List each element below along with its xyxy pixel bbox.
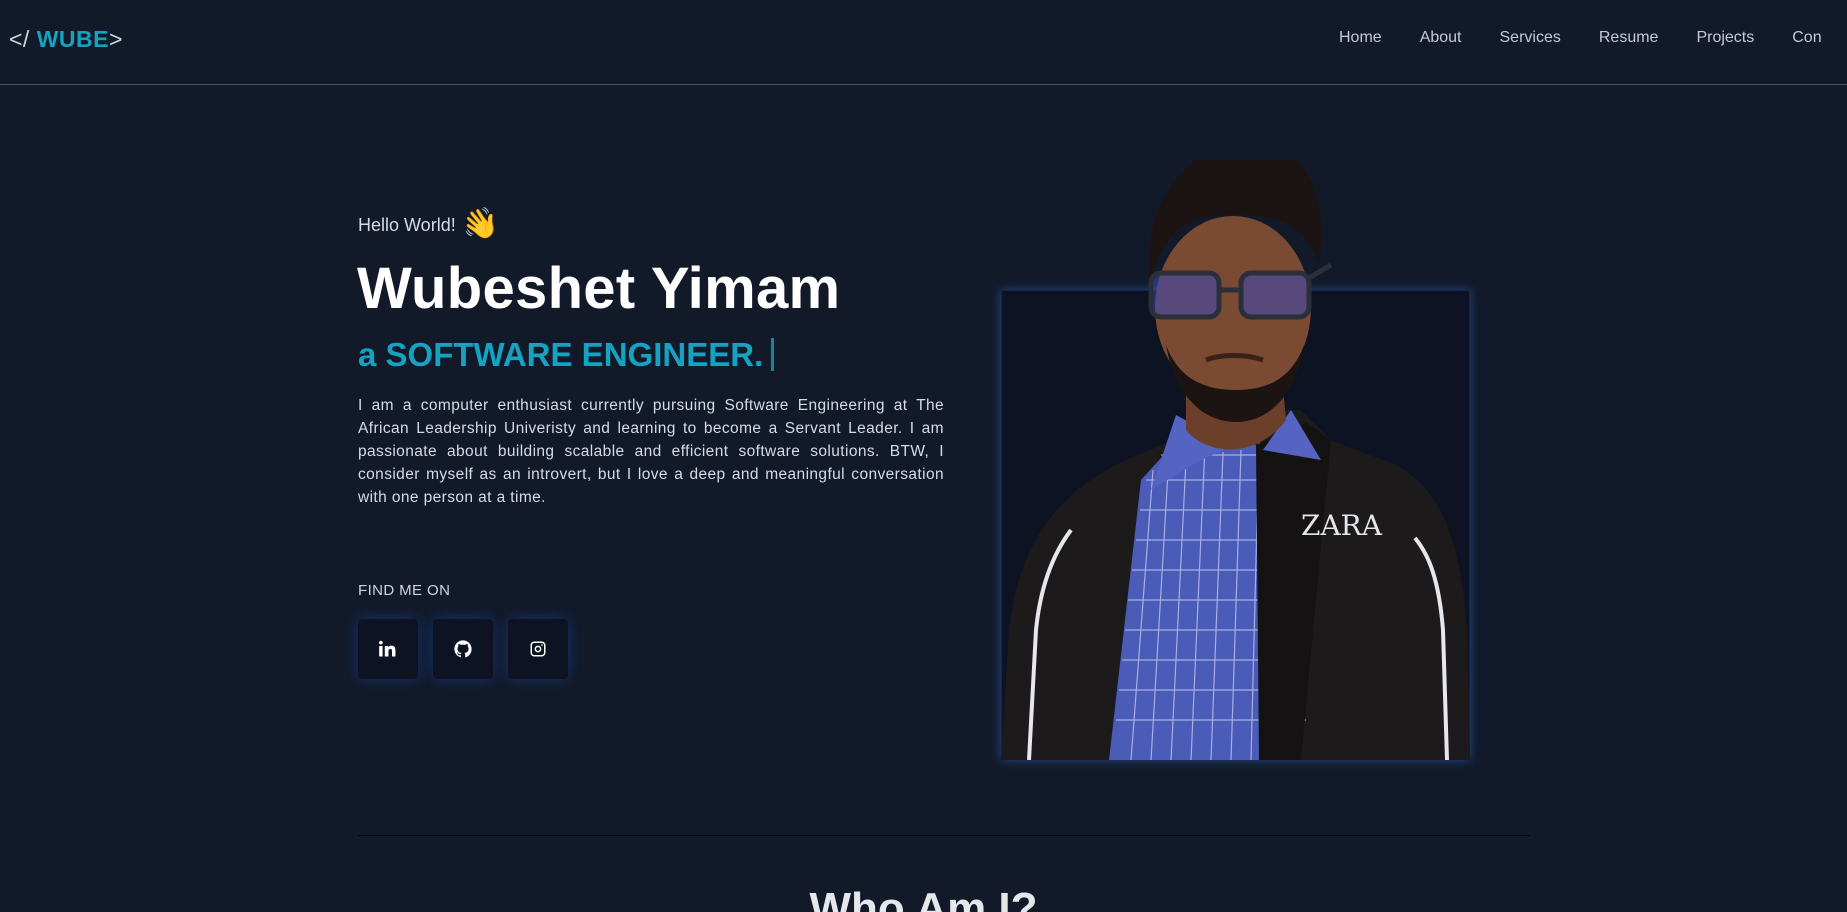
instagram-icon [530,641,546,657]
section-divider [358,835,1530,836]
person-illustration: ZARA [1001,160,1470,760]
github-icon [454,640,472,658]
typing-cursor [771,338,775,371]
nav-link-services[interactable]: Services [1500,29,1561,47]
logo-name: WUBE [36,26,109,52]
hero-role-text: a SOFTWARE ENGINEER. [358,336,764,373]
logo-open-bracket: </ [9,26,30,52]
instagram-button[interactable] [508,619,568,679]
nav-links: Home About Services Resume Projects Con [1339,29,1847,47]
nav-link-resume[interactable]: Resume [1599,29,1659,47]
shirt-logo: ZARA [1301,509,1383,542]
page: </ WUBE> Home About Services Resume Proj… [0,0,1847,912]
hero-bio: I am a computer enthusiast currently pur… [358,397,944,506]
nav-link-contact[interactable]: Con [1792,29,1821,47]
logo-close-bracket: > [109,26,123,52]
hero-name: Wubeshet Yimam [357,256,841,321]
greeting-text: Hello World! [358,214,456,235]
portrait-photo: ZARA [1001,160,1470,760]
nav-link-home[interactable]: Home [1339,29,1382,47]
nav-link-projects[interactable]: Projects [1696,29,1754,47]
linkedin-icon [379,640,396,657]
social-links [358,619,568,679]
logo[interactable]: </ WUBE> [9,26,123,53]
find-me-label: FIND ME ON [358,582,451,599]
github-button[interactable] [433,619,493,679]
linkedin-button[interactable] [358,619,418,679]
waving-hand-icon: 👋 [459,205,502,245]
navbar: </ WUBE> Home About Services Resume Proj… [0,0,1847,85]
greeting: Hello World! 👋 [358,205,502,245]
nav-link-about[interactable]: About [1420,29,1462,47]
hero-role: a SOFTWARE ENGINEER. [358,336,775,374]
who-am-i-heading: Who Am I? [809,884,1038,912]
